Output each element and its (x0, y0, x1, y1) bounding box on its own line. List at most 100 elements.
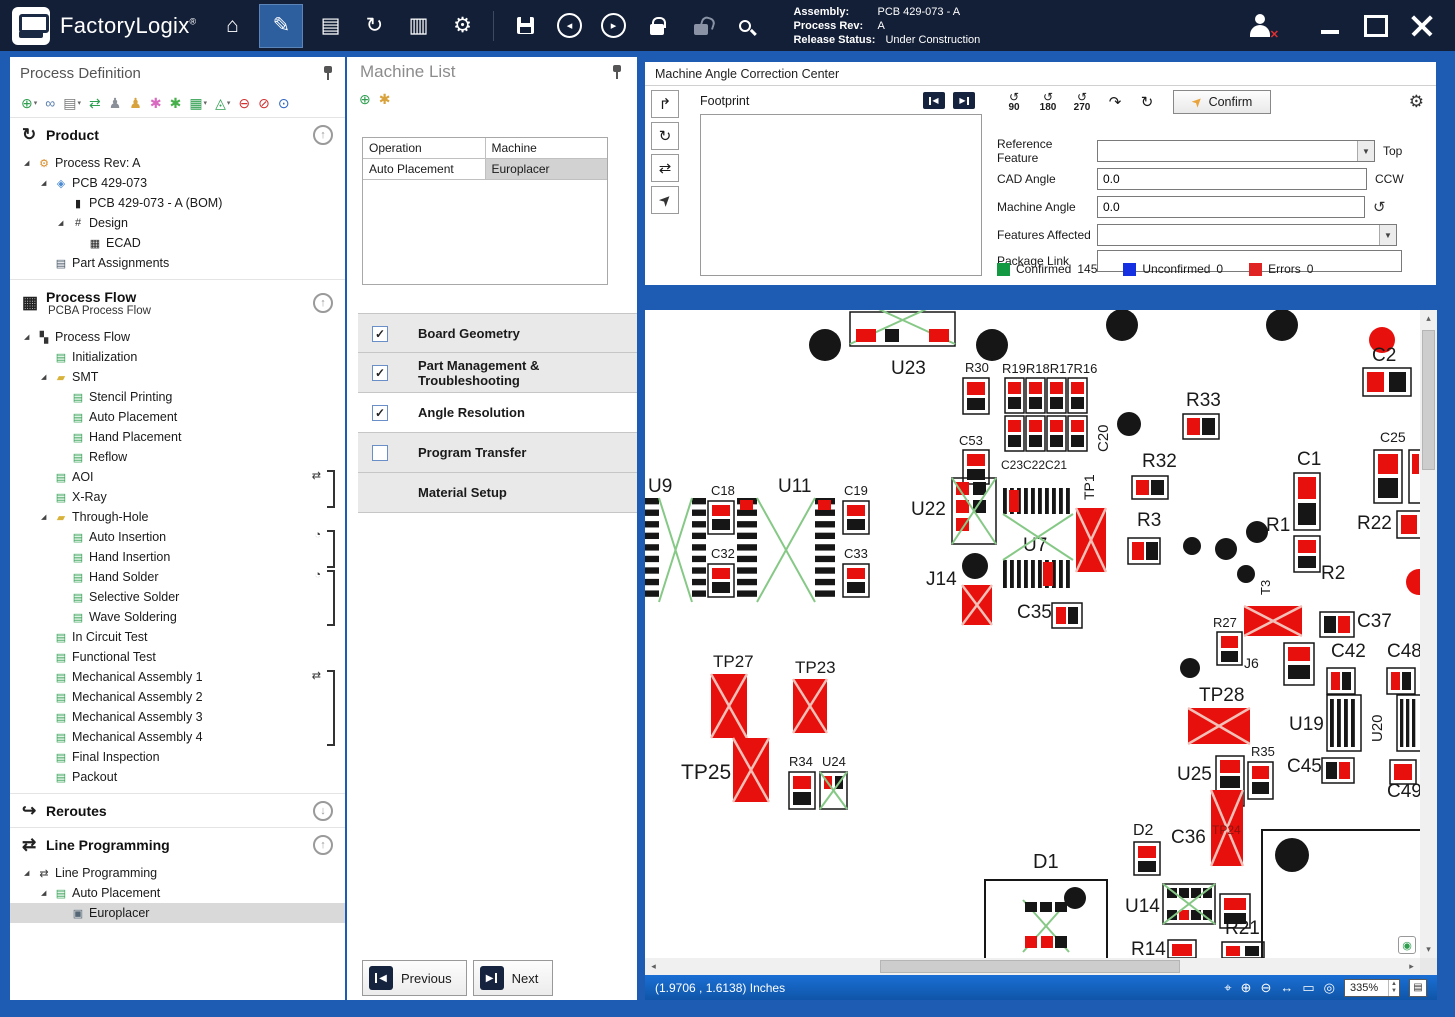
overview-button[interactable]: ◉ (1398, 936, 1416, 954)
settings-icon[interactable]: ⚙ (445, 7, 479, 45)
tree-item-reflow[interactable]: ▤Reflow (10, 447, 345, 467)
swap-icon[interactable]: ⇄ (651, 154, 679, 182)
flower-green-icon[interactable]: ✱ (167, 95, 185, 112)
step-checkbox[interactable]: ✓ (372, 365, 388, 381)
minimize-button[interactable] (1307, 6, 1353, 46)
chevron-down-icon[interactable]: ▼ (1357, 141, 1374, 161)
rotate-90-button[interactable]: ↺90 (997, 92, 1031, 113)
zoom-in-icon[interactable]: ⊕ (1241, 980, 1252, 996)
tree-item-packout[interactable]: ▤Packout (10, 767, 345, 787)
vertical-scroll-thumb[interactable] (1422, 330, 1435, 470)
tree-item-smt[interactable]: ◢▰SMT (10, 367, 345, 387)
add-machine-icon[interactable]: ⊕ (359, 91, 371, 108)
block-icon[interactable]: ⊘ (255, 95, 273, 112)
zoom-spinner[interactable]: ▲▼ (1388, 980, 1399, 996)
materials-icon[interactable]: ▤ (313, 7, 347, 45)
tree-item-in-circuit-test[interactable]: ▤In Circuit Test (10, 627, 345, 647)
tree-item-functional-test[interactable]: ▤Functional Test (10, 647, 345, 667)
tree-item-stencil-printing[interactable]: ▤Stencil Printing (10, 387, 345, 407)
chevron-down-icon[interactable]: ▼ (1379, 225, 1396, 245)
scroll-down-icon[interactable]: ▾ (1420, 941, 1437, 958)
table-cell-europlacer[interactable]: Europlacer (485, 159, 607, 180)
board-icon[interactable]: ▦▾ (186, 95, 210, 112)
remove-icon[interactable]: ⊖ (235, 95, 253, 112)
arc-tool-icon[interactable]: ↷ (1099, 93, 1131, 111)
zoom-out-icon[interactable]: ⊖ (1260, 980, 1271, 996)
table-cell-auto-placement[interactable]: Auto Placement (363, 159, 485, 180)
save-icon[interactable] (508, 7, 542, 45)
tree-item-line-programming[interactable]: ◢⇄Line Programming (10, 863, 345, 883)
pin-icon[interactable] (610, 64, 624, 80)
scroll-up-icon[interactable]: ▴ (1420, 310, 1437, 327)
previous-button[interactable]: ◀ Previous (362, 960, 467, 996)
expander-icon[interactable]: ◢ (58, 219, 70, 227)
tree-item-final-inspection[interactable]: ▤Final Inspection (10, 747, 345, 767)
close-button[interactable] (1399, 6, 1445, 46)
step-checkbox[interactable]: ✓ (372, 405, 388, 421)
machine-angle-input[interactable] (1098, 197, 1364, 217)
tree-item-wave-soldering[interactable]: ▤Wave Soldering (10, 607, 345, 627)
expander-icon[interactable]: ◢ (41, 179, 53, 187)
horizontal-scrollbar[interactable]: ◂ ▸ (645, 958, 1420, 975)
tree-item-ecad[interactable]: ▦ECAD (10, 233, 345, 253)
expander-icon[interactable]: ◢ (41, 513, 53, 521)
step-material-setup[interactable]: Material Setup (358, 473, 637, 513)
tree-item-x-ray[interactable]: ▤X-Ray (10, 487, 345, 507)
tree-icon[interactable]: ◬▾ (212, 95, 233, 112)
user-gold-icon[interactable]: ♟ (126, 95, 145, 112)
next-button[interactable]: ▶ Next (473, 960, 554, 996)
sync-icon[interactable]: ↻ (357, 7, 391, 45)
link-icon[interactable]: ∞ (42, 95, 58, 111)
expander-icon[interactable]: ◢ (41, 889, 53, 897)
step-angle-resolution[interactable]: ✓Angle Resolution (358, 393, 637, 433)
step-program-transfer[interactable]: Program Transfer (358, 433, 637, 473)
tree-item-auto-placement[interactable]: ◢▤Auto Placement (10, 883, 345, 903)
back-icon[interactable]: ◂ (552, 7, 586, 45)
tree-item-initialization[interactable]: ▤Initialization (10, 347, 345, 367)
tree-item-through-hole[interactable]: ◢▰Through-Hole (10, 507, 345, 527)
pin-icon[interactable] (321, 65, 335, 81)
tree-item-mechanical-assembly-4[interactable]: ▤Mechanical Assembly 4 (10, 727, 345, 747)
process-definition-icon[interactable]: ✎ (259, 4, 303, 48)
print-icon[interactable]: ▤▾ (60, 95, 84, 112)
tree-item-hand-placement[interactable]: ▤Hand Placement (10, 427, 345, 447)
tree-item-process-rev-a[interactable]: ◢⚙Process Rev: A (10, 153, 345, 173)
rotate-180-button[interactable]: ↺180 (1031, 92, 1065, 113)
tree-item-part-assignments[interactable]: ▤Part Assignments (10, 253, 345, 273)
flower-pink-icon[interactable]: ✱ (147, 95, 165, 112)
collapse-up-icon[interactable]: ↑ (313, 125, 333, 145)
target-icon[interactable]: ⌖ (1224, 980, 1231, 996)
tree-item-europlacer[interactable]: ▣Europlacer (10, 903, 345, 923)
fit-icon[interactable]: ▭ (1302, 980, 1314, 996)
refresh-icon[interactable]: ↻ (1131, 93, 1163, 111)
machine-angle-field[interactable] (1097, 196, 1365, 218)
scroll-right-icon[interactable]: ▸ (1403, 958, 1420, 975)
scroll-left-icon[interactable]: ◂ (645, 958, 662, 975)
pin-icon[interactable]: ➤ (651, 186, 679, 214)
documents-icon[interactable]: ▥ (401, 7, 435, 45)
tree-item-mechanical-assembly-3[interactable]: ▤Mechanical Assembly 3 (10, 707, 345, 727)
table-row[interactable]: Auto PlacementEuroplacer (363, 159, 607, 180)
process-flow-section-header[interactable]: ▦ Process Flow PCBA Process Flow ↑ (10, 279, 345, 325)
rotate-270-button[interactable]: ↺270 (1065, 92, 1099, 113)
inspect-icon[interactable] (728, 7, 762, 45)
layers-button[interactable]: ▤ (1409, 979, 1427, 997)
table-header-operation[interactable]: Operation (363, 138, 485, 159)
reset-angle-icon[interactable]: ↺ (1373, 198, 1386, 216)
step-checkbox[interactable] (372, 445, 388, 461)
cad-angle-field[interactable] (1097, 168, 1367, 190)
user-gray-icon[interactable]: ♟ (106, 95, 125, 112)
tree-item-design[interactable]: ◢#Design (10, 213, 345, 233)
gear-icon[interactable]: ⚙ (1409, 92, 1424, 112)
step-part-management-troubleshooting[interactable]: ✓Part Management & Troubleshooting (358, 353, 637, 393)
tree-item-hand-insertion[interactable]: ▤Hand Insertion (10, 547, 345, 567)
expander-icon[interactable]: ◢ (24, 869, 36, 877)
tree-item-pcb-429-073[interactable]: ◢◈PCB 429-073 (10, 173, 345, 193)
machine-options-icon[interactable]: ✱ (379, 91, 391, 108)
fit-width-icon[interactable]: ↔ (1280, 980, 1293, 995)
product-section-header[interactable]: ↻ Product ↑ (10, 117, 345, 151)
first-footprint-button[interactable]: ◀ (923, 92, 945, 109)
expander-icon[interactable]: ◢ (24, 159, 36, 167)
features-affected-dropdown[interactable]: ▼ (1097, 224, 1397, 246)
line-programming-section-header[interactable]: ⇄ Line Programming ↑ (10, 827, 345, 861)
